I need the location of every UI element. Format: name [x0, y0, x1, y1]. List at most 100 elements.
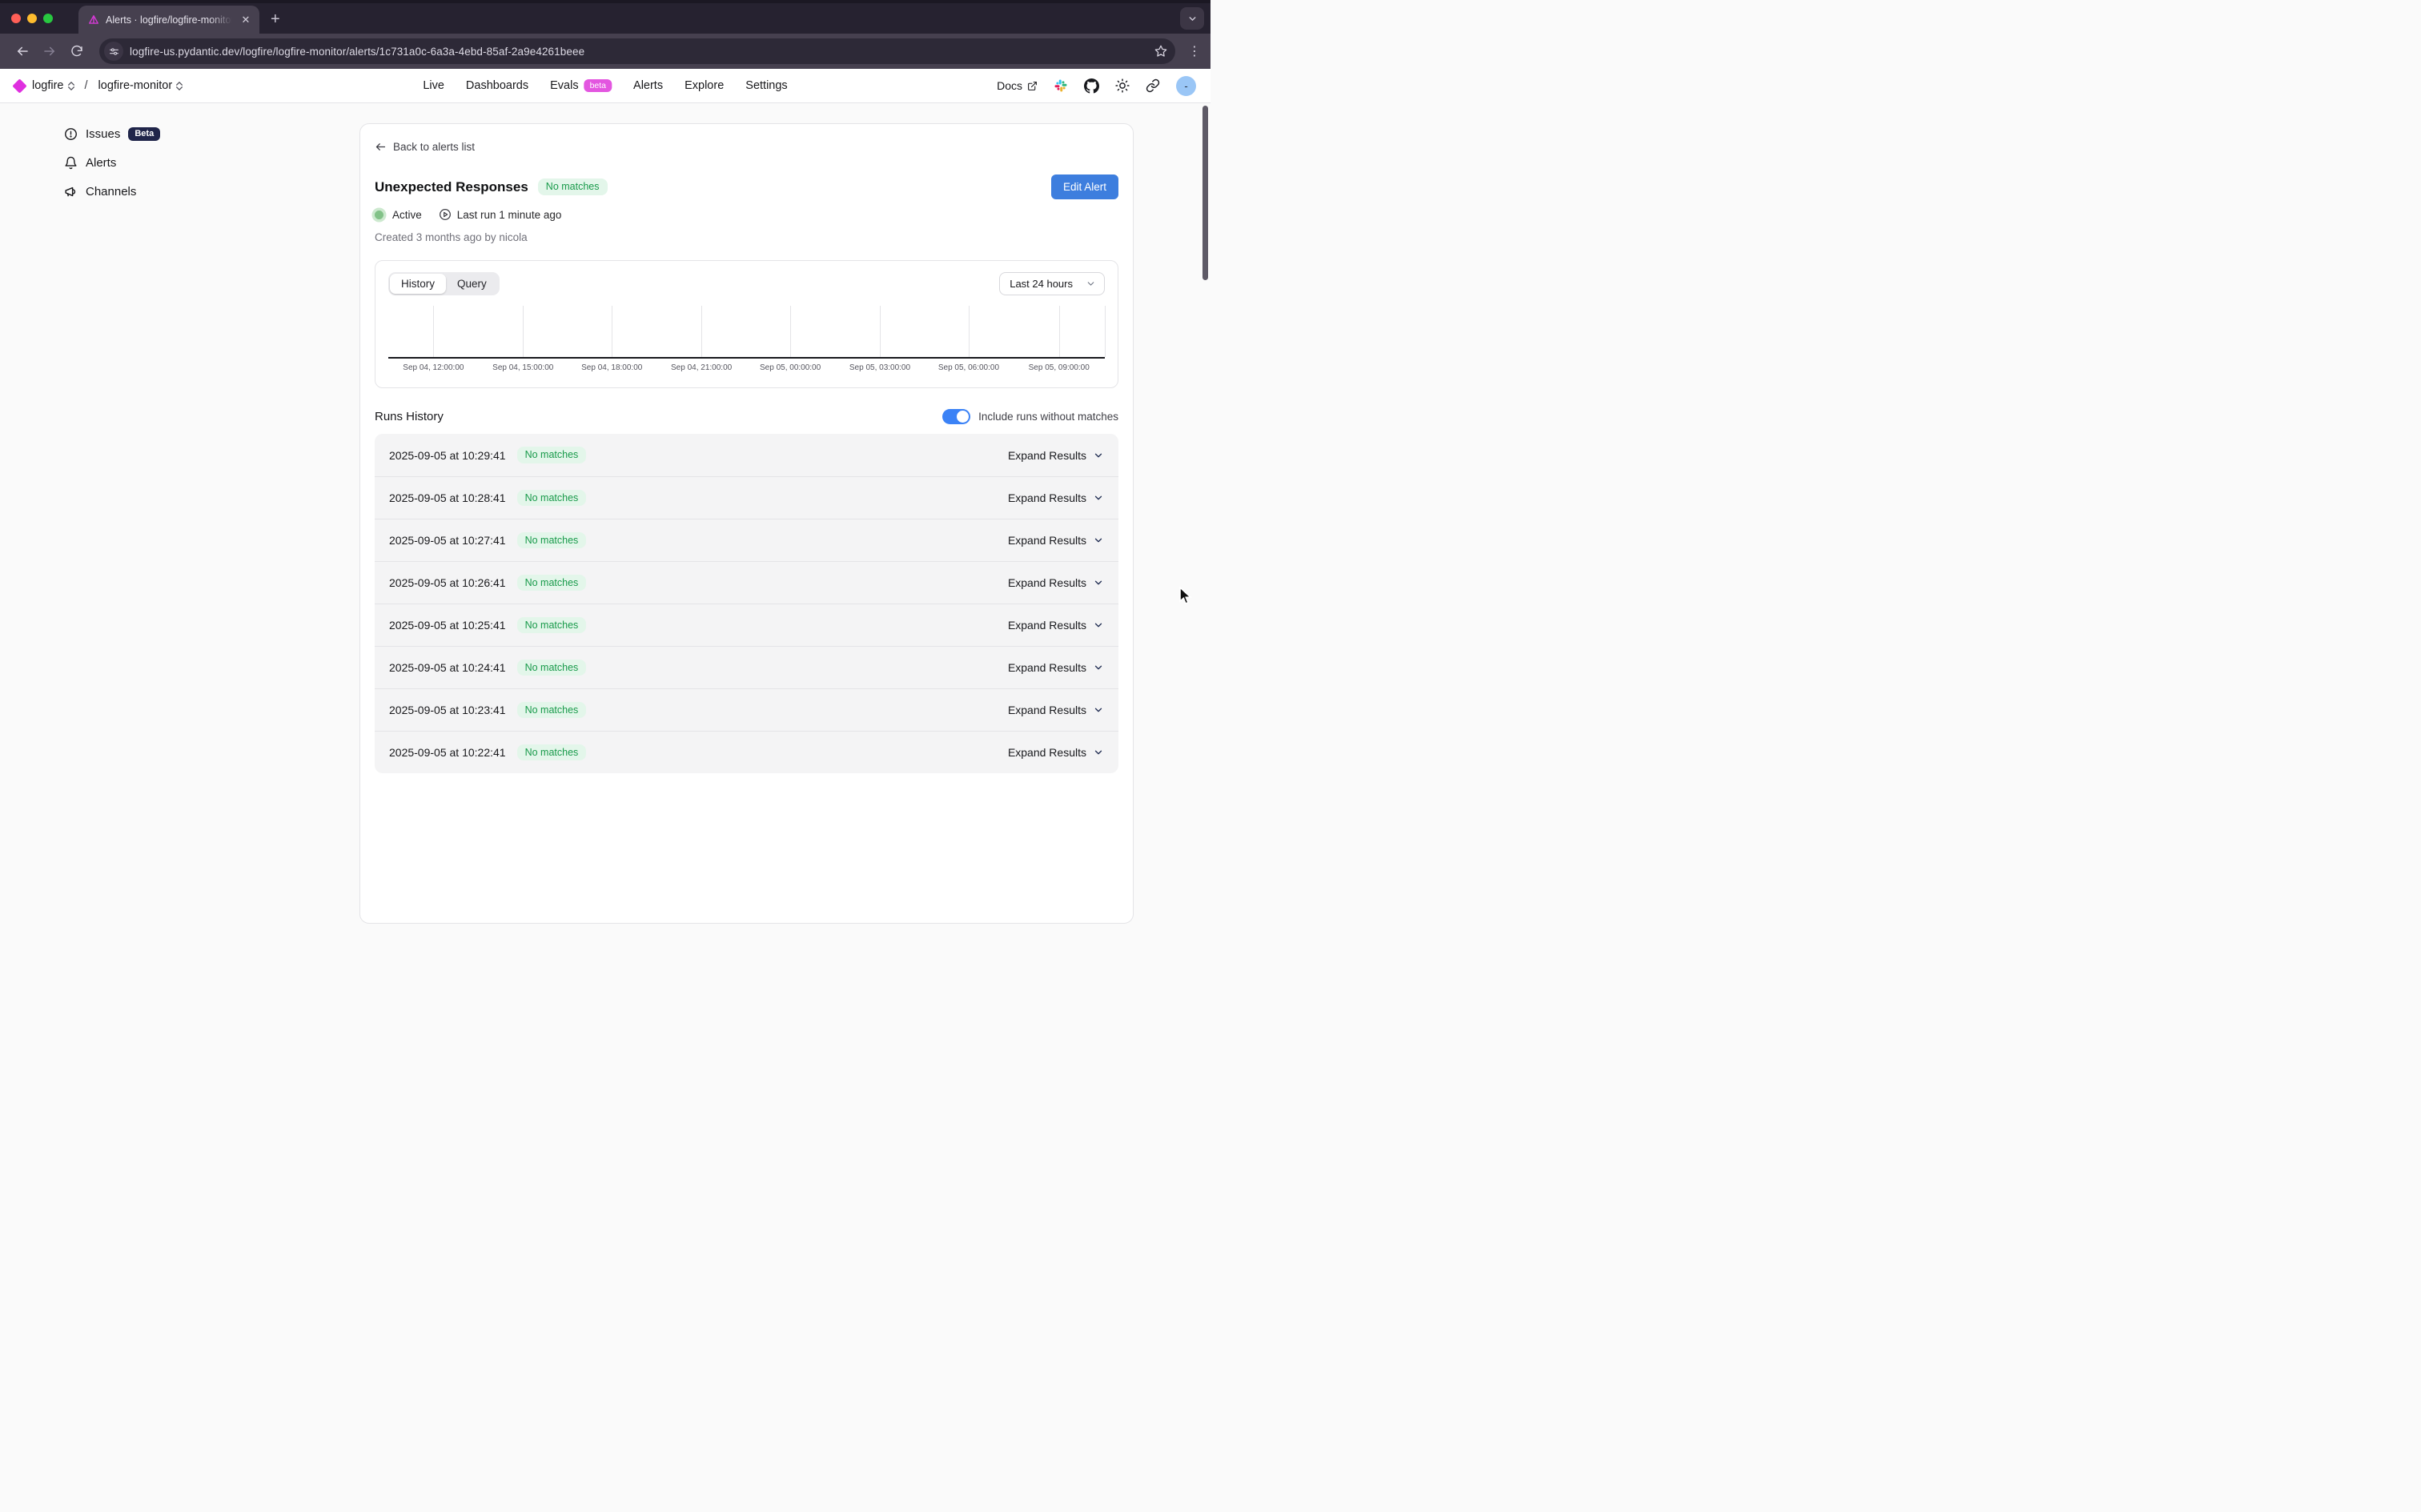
chevron-down-icon — [1093, 620, 1104, 631]
chevron-down-icon — [1093, 450, 1104, 461]
chevron-down-icon — [1187, 14, 1198, 24]
close-window-button[interactable] — [11, 14, 21, 23]
tab-close-icon[interactable]: ✕ — [239, 13, 253, 27]
x-tick: Sep 04, 12:00:00 — [403, 363, 464, 372]
chevron-down-icon — [1093, 492, 1104, 503]
alert-circle-icon — [64, 127, 78, 141]
arrow-left-icon — [375, 141, 387, 153]
include-runs-toggle[interactable] — [942, 409, 970, 424]
browser-toolbar: logfire-us.pydantic.dev/logfire/logfire-… — [0, 34, 1210, 69]
minimize-window-button[interactable] — [27, 14, 37, 23]
alert-title-row: Unexpected Responses No matches Edit Ale… — [375, 174, 1118, 199]
x-tick: Sep 04, 18:00:00 — [581, 363, 642, 372]
play-circle-icon — [439, 208, 452, 221]
chevron-down-icon — [1086, 279, 1096, 289]
runs-history-title: Runs History — [375, 410, 444, 423]
expand-results-button[interactable]: Expand Results — [1008, 746, 1104, 759]
url-text[interactable]: logfire-us.pydantic.dev/logfire/logfire-… — [130, 46, 1148, 58]
sidebar-item-label: Issues — [86, 127, 120, 141]
expand-results-button[interactable]: Expand Results — [1008, 619, 1104, 632]
browser-tab[interactable]: Alerts · logfire/logfire-monitor ✕ — [78, 6, 259, 34]
browser-menu-icon[interactable]: ⋮ — [1186, 43, 1202, 59]
expand-results-button[interactable]: Expand Results — [1008, 534, 1104, 547]
expand-results-button[interactable]: Expand Results — [1008, 704, 1104, 716]
no-matches-badge: No matches — [517, 617, 587, 634]
run-row: 2025-09-05 at 10:22:41 No matches Expand… — [375, 731, 1118, 773]
x-tick: Sep 05, 06:00:00 — [938, 363, 999, 372]
run-row: 2025-09-05 at 10:28:41 No matches Expand… — [375, 476, 1118, 519]
back-to-alerts-link[interactable]: Back to alerts list — [375, 141, 1118, 153]
x-tick: Sep 05, 00:00:00 — [760, 363, 821, 372]
docs-link[interactable]: Docs — [997, 79, 1038, 92]
toggle-label: Include runs without matches — [978, 411, 1118, 423]
expand-results-button[interactable]: Expand Results — [1008, 661, 1104, 674]
new-tab-button[interactable]: + — [271, 10, 280, 29]
edit-alert-button[interactable]: Edit Alert — [1051, 174, 1118, 199]
nav-link-settings[interactable]: Settings — [745, 79, 787, 92]
run-row: 2025-09-05 at 10:24:41 No matches Expand… — [375, 646, 1118, 688]
run-timestamp: 2025-09-05 at 10:25:41 — [389, 619, 506, 632]
time-range-select[interactable]: Last 24 hours — [999, 272, 1105, 295]
expand-results-button[interactable]: Expand Results — [1008, 449, 1104, 462]
tab-query[interactable]: Query — [446, 274, 498, 294]
nav-link-live[interactable]: Live — [423, 79, 444, 92]
zoom-window-button[interactable] — [43, 14, 53, 23]
project-name: logfire-monitor — [98, 79, 173, 92]
x-tick: Sep 04, 21:00:00 — [671, 363, 732, 372]
no-matches-badge: No matches — [538, 178, 608, 195]
history-query-tabs: History Query — [388, 272, 500, 295]
back-button[interactable] — [11, 40, 34, 62]
tab-title: Alerts · logfire/logfire-monitor — [106, 14, 232, 26]
user-avatar[interactable]: - — [1176, 76, 1196, 96]
run-timestamp: 2025-09-05 at 10:22:41 — [389, 746, 506, 759]
bookmark-star-icon[interactable] — [1154, 45, 1167, 58]
sidebar: Issues Beta Alerts Channels — [0, 103, 352, 199]
address-bar[interactable]: logfire-us.pydantic.dev/logfire/logfire-… — [99, 38, 1175, 64]
expand-results-button[interactable]: Expand Results — [1008, 491, 1104, 504]
sidebar-item-issues[interactable]: Issues Beta — [64, 127, 352, 141]
history-chart — [388, 306, 1105, 359]
last-run: Last run 1 minute ago — [439, 208, 562, 221]
issues-beta-badge: Beta — [128, 127, 160, 141]
runs-list: 2025-09-05 at 10:29:41 No matches Expand… — [375, 434, 1118, 773]
reload-button[interactable] — [66, 40, 88, 62]
x-tick: Sep 05, 03:00:00 — [849, 363, 910, 372]
run-timestamp: 2025-09-05 at 10:26:41 — [389, 576, 506, 589]
sidebar-item-alerts[interactable]: Alerts — [64, 156, 352, 170]
page-body: Issues Beta Alerts Channels Back to aler… — [0, 103, 1210, 756]
chevron-down-icon — [1093, 747, 1104, 758]
nav-link-explore[interactable]: Explore — [685, 79, 724, 92]
run-timestamp: 2025-09-05 at 10:27:41 — [389, 534, 506, 547]
x-tick: Sep 05, 09:00:00 — [1029, 363, 1090, 372]
project-selector[interactable]: logfire-monitor — [98, 79, 183, 92]
status-label: Active — [392, 209, 422, 221]
forward-button[interactable] — [38, 40, 61, 62]
share-link-icon[interactable] — [1146, 78, 1160, 93]
run-timestamp: 2025-09-05 at 10:28:41 — [389, 491, 506, 504]
window-controls — [0, 3, 64, 34]
breadcrumb-separator: / — [85, 79, 88, 92]
bell-icon — [64, 156, 78, 170]
sidebar-item-channels[interactable]: Channels — [64, 185, 352, 199]
no-matches-badge: No matches — [517, 702, 587, 719]
alert-status-row: Active Last run 1 minute ago — [375, 208, 1118, 221]
github-icon[interactable] — [1084, 78, 1099, 94]
chevron-down-icon — [1093, 577, 1104, 588]
nav-link-alerts[interactable]: Alerts — [633, 79, 663, 92]
nav-link-dashboards[interactable]: Dashboards — [466, 79, 528, 92]
history-panel: History Query Last 24 hours — [375, 260, 1118, 388]
alert-detail-card: Back to alerts list Unexpected Responses… — [359, 123, 1134, 924]
expand-results-button[interactable]: Expand Results — [1008, 576, 1104, 589]
org-name: logfire — [32, 79, 64, 92]
page-scrollbar-thumb[interactable] — [1202, 106, 1208, 280]
org-selector[interactable]: logfire — [32, 79, 74, 92]
theme-toggle-sun-icon[interactable] — [1115, 78, 1130, 93]
nav-link-evals[interactable]: Evalsbeta — [550, 79, 612, 93]
tab-search-button[interactable] — [1180, 7, 1204, 30]
site-settings-icon[interactable] — [104, 42, 123, 61]
page-title: Unexpected Responses — [375, 179, 528, 195]
tab-history[interactable]: History — [390, 274, 446, 294]
evals-beta-badge: beta — [584, 79, 612, 93]
slack-icon[interactable] — [1054, 78, 1068, 93]
run-row: 2025-09-05 at 10:26:41 No matches Expand… — [375, 561, 1118, 604]
